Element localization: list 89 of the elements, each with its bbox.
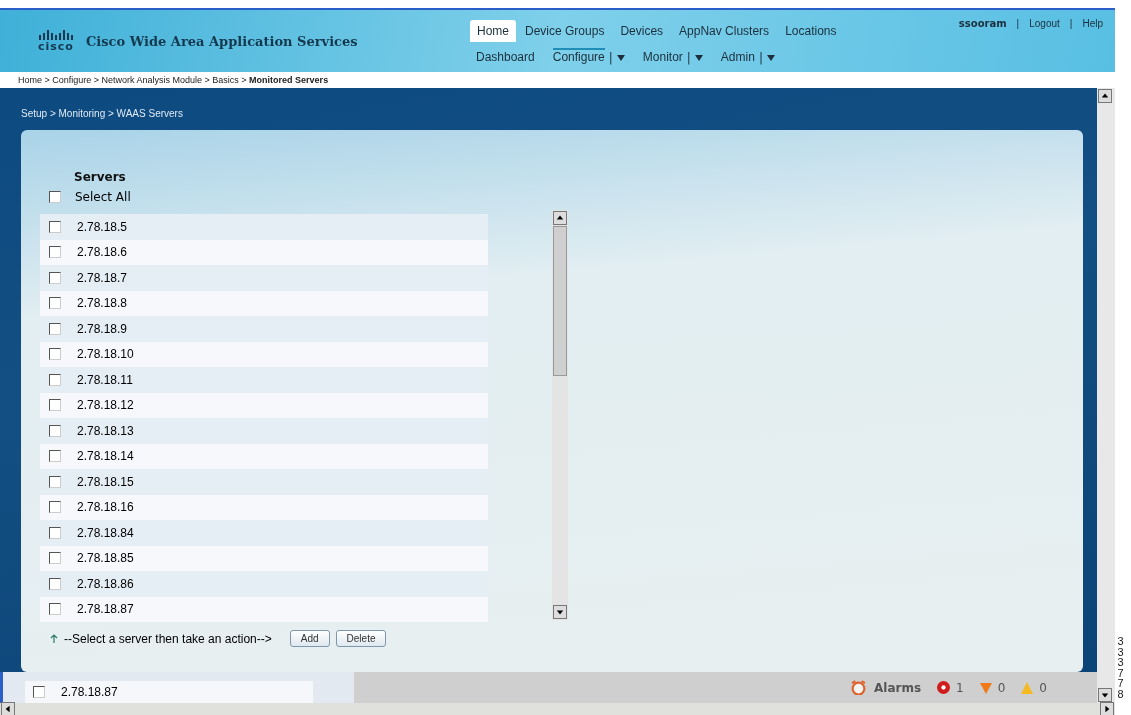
scroll-down-button[interactable] <box>553 605 567 619</box>
arrow-up-icon <box>1101 92 1109 100</box>
checkbox[interactable] <box>49 220 61 233</box>
checkbox[interactable] <box>49 322 61 335</box>
arrow-right-icon <box>1103 705 1111 713</box>
menu-item[interactable]: Configure <box>552 48 605 67</box>
server-address: 2.78.18.86 <box>77 576 134 591</box>
page-scrollbar[interactable] <box>1097 88 1115 703</box>
scroll-left-button[interactable] <box>1 702 15 715</box>
server-address: 2.78.18.12 <box>77 398 134 413</box>
server-address: 2.78.18.11 <box>77 372 133 387</box>
menu-item[interactable]: Dashboard <box>476 48 535 67</box>
scroll-up-button[interactable] <box>1098 89 1112 103</box>
checkbox[interactable] <box>49 450 61 463</box>
checkbox[interactable] <box>49 399 61 412</box>
section-heading: Servers <box>74 170 127 184</box>
breadcrumb: Home > Configure > Network Analysis Module > Basics > Monitored Servers <box>18 75 329 85</box>
alarm-clock-icon <box>851 680 866 695</box>
checkbox-label: Select All <box>75 190 131 204</box>
checkbox[interactable] <box>49 246 61 259</box>
alarm-count: 1 <box>956 680 964 695</box>
separator: | <box>1069 18 1073 31</box>
header-link[interactable]: Logout <box>1029 18 1060 72</box>
checkbox[interactable] <box>49 424 61 437</box>
checkbox[interactable] <box>49 271 61 284</box>
cisco-logo: cisco <box>38 29 74 53</box>
nav-tab[interactable]: AppNav Clusters <box>672 20 777 42</box>
checkbox[interactable] <box>49 603 61 616</box>
sub-breadcrumb: Setup > Monitoring > WAAS Servers <box>21 108 183 119</box>
server-address: 2.78.18.85 <box>77 551 134 566</box>
checkbox[interactable] <box>49 475 61 488</box>
nav-tab[interactable]: Locations <box>778 20 844 42</box>
separator: | <box>1016 18 1020 31</box>
arrow-up-icon <box>556 214 564 222</box>
scroll-down-button[interactable] <box>1098 688 1112 702</box>
nav-tab[interactable]: Home <box>470 20 516 42</box>
critical-alarm-icon <box>937 681 951 694</box>
checkbox[interactable] <box>33 686 45 698</box>
server-address: 2.78.18.13 <box>77 423 134 438</box>
checkbox[interactable] <box>49 501 61 514</box>
menu-item[interactable]: Admin <box>720 48 755 67</box>
server-address: 2.78.18.14 <box>77 449 134 464</box>
separator: | <box>686 50 691 65</box>
hint-text: --Select a server then take an action--> <box>64 631 272 646</box>
alarms-label[interactable]: Alarms <box>874 680 922 695</box>
scroll-up-button[interactable] <box>553 211 567 225</box>
server-address: 2.78.18.7 <box>77 270 128 285</box>
username: ssooram <box>958 18 1007 31</box>
horizontal-scrollbar[interactable] <box>0 703 1115 715</box>
separator: | <box>608 50 613 65</box>
major-alarm-icon <box>979 681 992 694</box>
arrow-down-icon <box>556 608 564 616</box>
app-title: Cisco Wide Area Application Services <box>85 33 358 49</box>
menu-item[interactable]: Monitor <box>642 48 683 67</box>
arrow-down-icon <box>1101 691 1109 699</box>
arrow-left-icon <box>4 705 12 713</box>
nav-tab[interactable]: Device Groups <box>518 20 612 42</box>
server-address: 2.78.18.5 <box>77 219 128 234</box>
list-scrollbar[interactable] <box>552 210 568 620</box>
alarm-count: 0 <box>997 680 1006 695</box>
server-address: 2.78.18.6 <box>77 245 128 260</box>
warning-icon <box>1021 681 1034 694</box>
checkbox[interactable] <box>49 373 61 386</box>
action-button[interactable]: Delete <box>335 630 387 647</box>
checkbox[interactable] <box>49 577 61 590</box>
up-arrow-icon <box>50 633 58 644</box>
separator: | <box>758 50 763 65</box>
scroll-right-button[interactable] <box>1100 702 1114 715</box>
server-address: 2.78.18.8 <box>77 296 128 311</box>
server-address: 2.78.18.87 <box>77 602 134 617</box>
action-button[interactable]: Add <box>289 630 330 647</box>
nav-tab[interactable]: Devices <box>613 20 671 42</box>
checkbox[interactable] <box>49 552 61 565</box>
server-address: 2.78.18.16 <box>77 500 134 515</box>
caret-icon[interactable] <box>766 54 775 61</box>
caret-icon[interactable] <box>694 54 703 61</box>
checkbox[interactable] <box>49 348 61 361</box>
caret-icon[interactable] <box>616 54 625 61</box>
checkbox[interactable] <box>49 526 61 539</box>
checkbox[interactable] <box>49 297 61 310</box>
alarm-count: 0 <box>1039 680 1047 695</box>
header-link[interactable]: Help <box>1082 18 1103 72</box>
server-address: 2.78.18.15 <box>77 474 134 489</box>
server-address: 2.78.18.87 <box>61 685 118 699</box>
server-address: 2.78.18.9 <box>77 321 128 336</box>
server-address: 2.78.18.10 <box>77 347 134 362</box>
figure-number: 333778 <box>1117 636 1125 699</box>
server-address: 2.78.18.84 <box>77 525 134 540</box>
checkbox[interactable] <box>49 191 61 203</box>
